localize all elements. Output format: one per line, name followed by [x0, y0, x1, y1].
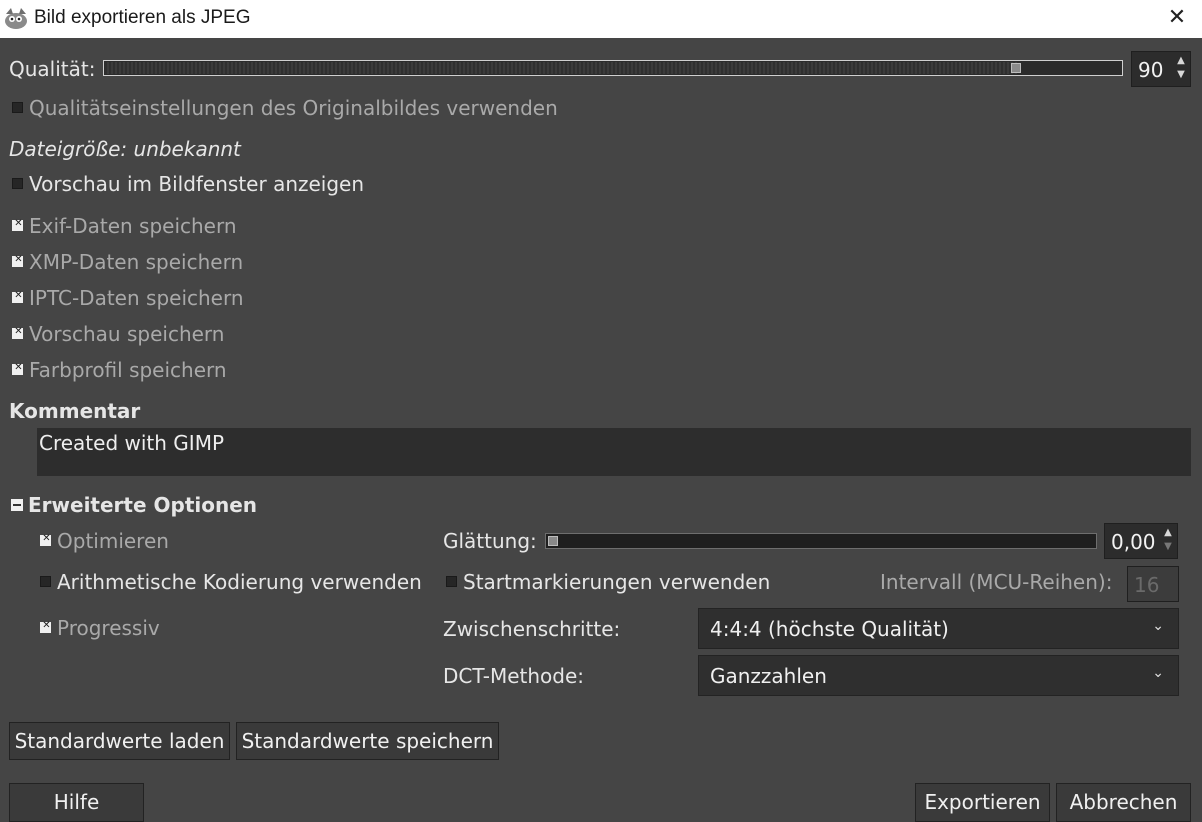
- collapse-icon[interactable]: [11, 499, 23, 511]
- smoothing-label: Glättung:: [443, 529, 537, 553]
- export-button[interactable]: Exportieren: [915, 783, 1050, 822]
- advanced-options-heading[interactable]: Erweiterte Optionen: [28, 493, 257, 517]
- color-profile-label[interactable]: Farbprofil speichern: [29, 358, 227, 382]
- gimp-icon: [5, 8, 27, 29]
- smoothing-value[interactable]: 0,00: [1111, 530, 1156, 554]
- optimize-checkbox[interactable]: [40, 533, 52, 546]
- spin-down-icon[interactable]: ▼: [1161, 540, 1175, 554]
- chevron-down-icon: ⌄: [1152, 665, 1164, 681]
- progressive-label[interactable]: Progressiv: [57, 616, 160, 640]
- preview-window-label[interactable]: Vorschau im Bildfenster anzeigen: [29, 172, 364, 196]
- iptc-label[interactable]: IPTC-Daten speichern: [29, 286, 244, 310]
- load-defaults-button[interactable]: Standardwerte laden: [9, 722, 230, 760]
- quality-slider-handle[interactable]: [1011, 63, 1021, 73]
- window-title: Bild exportieren als JPEG: [34, 7, 251, 28]
- interval-spinbox: 16: [1127, 566, 1179, 602]
- thumbnail-checkbox[interactable]: [12, 326, 24, 339]
- arithmetic-checkbox[interactable]: [40, 576, 51, 587]
- exif-label[interactable]: Exif-Daten speichern: [29, 214, 237, 238]
- quality-slider-fill: [105, 62, 1017, 74]
- thumbnail-label[interactable]: Vorschau speichern: [29, 322, 224, 346]
- help-button[interactable]: Hilfe: [9, 783, 144, 822]
- chevron-down-icon: ⌄: [1152, 618, 1164, 634]
- orig-quality-checkbox[interactable]: [12, 102, 23, 113]
- xmp-checkbox[interactable]: [12, 254, 24, 267]
- arithmetic-label[interactable]: Arithmetische Kodierung verwenden: [57, 570, 422, 594]
- smoothing-slider[interactable]: [545, 533, 1097, 549]
- restart-markers-checkbox[interactable]: [446, 576, 457, 587]
- quality-value[interactable]: 90: [1138, 58, 1163, 82]
- spin-up-icon[interactable]: ▲: [1174, 54, 1188, 68]
- exif-checkbox[interactable]: [12, 218, 24, 231]
- progressive-checkbox[interactable]: [40, 620, 52, 633]
- xmp-label[interactable]: XMP-Daten speichern: [29, 250, 243, 274]
- spin-down-icon[interactable]: ▼: [1174, 68, 1188, 82]
- iptc-checkbox[interactable]: [12, 290, 24, 303]
- subsampling-label: Zwischenschritte:: [443, 617, 621, 641]
- save-defaults-button[interactable]: Standardwerte speichern: [236, 722, 499, 760]
- subsampling-value: 4:4:4 (höchste Qualität): [710, 617, 949, 641]
- smoothing-slider-handle[interactable]: [548, 536, 558, 546]
- cancel-button[interactable]: Abbrechen: [1056, 783, 1191, 822]
- optimize-label[interactable]: Optimieren: [57, 529, 169, 553]
- orig-quality-label[interactable]: Qualitätseinstellungen des Originalbilde…: [29, 96, 558, 120]
- interval-value: 16: [1134, 573, 1160, 597]
- dct-value: Ganzzahlen: [710, 664, 827, 688]
- spin-up-icon[interactable]: ▲: [1161, 526, 1175, 540]
- color-profile-checkbox[interactable]: [12, 362, 24, 375]
- preview-window-checkbox[interactable]: [12, 178, 23, 189]
- comment-heading: Kommentar: [9, 399, 141, 423]
- close-icon[interactable]: ✕: [1163, 4, 1191, 32]
- interval-label: Intervall (MCU-Reihen):: [880, 570, 1113, 594]
- title-bar: Bild exportieren als JPEG ✕: [0, 0, 1202, 38]
- dct-label: DCT-Methode:: [443, 664, 585, 688]
- comment-textarea[interactable]: Created with GIMP: [37, 428, 1191, 476]
- dct-dropdown[interactable]: Ganzzahlen ⌄: [698, 655, 1179, 696]
- filesize-label: Dateigröße: unbekannt: [9, 137, 241, 161]
- quality-spinbox[interactable]: 90 ▲ ▼: [1131, 51, 1191, 87]
- quality-label: Qualität:: [9, 57, 96, 81]
- comment-text[interactable]: Created with GIMP: [39, 431, 224, 455]
- restart-markers-label[interactable]: Startmarkierungen verwenden: [463, 570, 770, 594]
- smoothing-spinbox[interactable]: 0,00 ▲ ▼: [1104, 523, 1178, 559]
- quality-slider[interactable]: [103, 60, 1123, 76]
- subsampling-dropdown[interactable]: 4:4:4 (höchste Qualität) ⌄: [698, 608, 1179, 649]
